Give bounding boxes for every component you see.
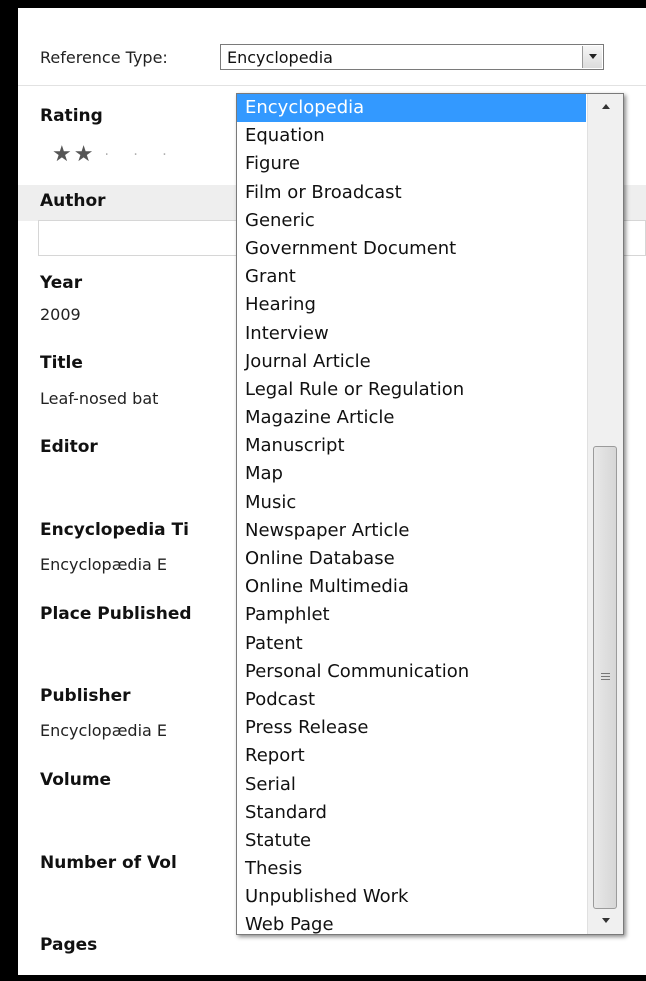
rating-stars[interactable]: ★★ · · · <box>52 142 177 167</box>
year-label: Year <box>40 273 83 293</box>
dropdown-option[interactable]: Magazine Article <box>237 404 586 432</box>
star-empty-icons[interactable]: · · · <box>104 147 176 163</box>
dropdown-option[interactable]: Figure <box>237 150 586 178</box>
dropdown-option[interactable]: Music <box>237 489 586 517</box>
dropdown-option[interactable]: Web Page <box>237 911 586 939</box>
publisher-label: Publisher <box>40 686 131 706</box>
publisher-field[interactable]: Encyclopædia E <box>40 721 167 740</box>
dropdown-option[interactable]: Personal Communication <box>237 658 586 686</box>
dropdown-option[interactable]: Online Multimedia <box>237 573 586 601</box>
chevron-down-icon[interactable] <box>582 46 602 68</box>
dropdown-option[interactable]: Unpublished Work <box>237 883 586 911</box>
encyclopedia-title-field[interactable]: Encyclopædia E <box>40 555 167 574</box>
dropdown-option[interactable]: Online Database <box>237 545 586 573</box>
dropdown-option[interactable]: Serial <box>237 771 586 799</box>
dropdown-option[interactable]: Encyclopedia <box>237 94 586 123</box>
dropdown-option[interactable]: Legal Rule or Regulation <box>237 376 586 404</box>
dropdown-option[interactable]: Newspaper Article <box>237 517 586 545</box>
number-of-volumes-label: Number of Vol <box>40 853 177 873</box>
dropdown-option[interactable]: Equation <box>237 122 586 150</box>
dropdown-option[interactable]: Journal Article <box>237 348 586 376</box>
rating-label: Rating <box>40 106 103 126</box>
dropdown-option[interactable]: Hearing <box>237 291 586 319</box>
dropdown-option[interactable]: Government Document <box>237 235 586 263</box>
dropdown-option[interactable]: Pamphlet <box>237 601 586 629</box>
star-filled-icon[interactable]: ★ <box>52 142 74 167</box>
reference-editor-panel: Reference Type: Encyclopedia Rating ★★ ·… <box>18 8 646 975</box>
volume-label: Volume <box>40 770 112 790</box>
dropdown-options: Encyclopedia Equation Figure Film or Broadc… <box>237 94 586 940</box>
dropdown-option[interactable]: Statute <box>237 827 586 855</box>
reference-type-value: Encyclopedia <box>227 48 333 67</box>
dropdown-option[interactable]: Report <box>237 742 586 770</box>
reference-type-select[interactable]: Encyclopedia <box>220 44 604 70</box>
dropdown-option[interactable]: Interview <box>237 320 586 348</box>
dropdown-option[interactable]: Patent <box>237 630 586 658</box>
reference-type-dropdown-list[interactable]: Encyclopedia Equation Figure Film or Broadc… <box>236 93 624 935</box>
place-published-label: Place Published <box>40 604 192 624</box>
reference-type-label: Reference Type: <box>40 48 168 67</box>
dropdown-option[interactable]: Podcast <box>237 686 586 714</box>
scroll-down-icon[interactable] <box>588 910 623 932</box>
dropdown-option[interactable]: Grant <box>237 263 586 291</box>
dropdown-option[interactable]: Press Release <box>237 714 586 742</box>
encyclopedia-title-label: Encyclopedia Ti <box>40 520 189 540</box>
dropdown-option[interactable]: Standard <box>237 799 586 827</box>
title-label: Title <box>40 353 83 373</box>
dropdown-option[interactable]: Thesis <box>237 855 586 883</box>
dropdown-option[interactable]: Map <box>237 460 586 488</box>
dropdown-scrollbar[interactable] <box>587 94 623 934</box>
scroll-up-icon[interactable] <box>588 96 623 118</box>
star-filled-icon[interactable]: ★ <box>74 142 96 167</box>
year-field[interactable]: 2009 <box>40 305 81 324</box>
title-field[interactable]: Leaf-nosed bat <box>40 389 158 408</box>
dropdown-option[interactable]: Generic <box>237 207 586 235</box>
dropdown-option[interactable]: Film or Broadcast <box>237 179 586 207</box>
editor-label: Editor <box>40 437 98 457</box>
divider <box>18 85 646 86</box>
author-label: Author <box>40 191 106 211</box>
dropdown-option[interactable]: Manuscript <box>237 432 586 460</box>
scroll-thumb[interactable] <box>593 446 617 909</box>
pages-label: Pages <box>40 935 98 955</box>
